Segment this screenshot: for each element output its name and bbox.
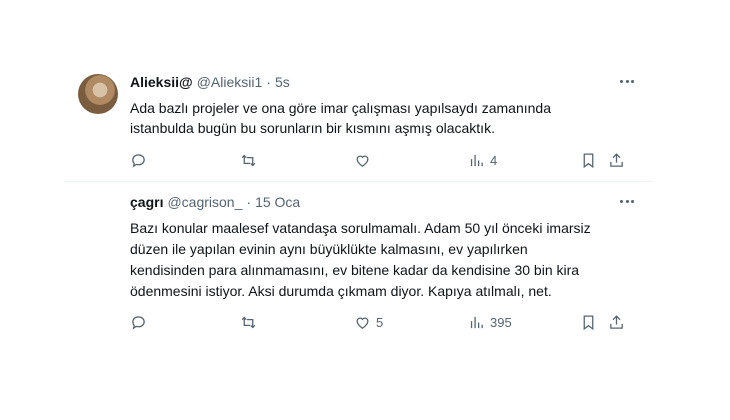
view-count: 4 (490, 152, 498, 168)
user-handle[interactable]: @Alieksii1 (197, 74, 263, 90)
retweet-button[interactable] (240, 312, 262, 332)
views-button[interactable]: 4 (468, 150, 497, 170)
user-handle[interactable]: @cagrison_ (167, 194, 242, 210)
tweet[interactable]: çagrı @cagrison_ · 15 Oca Bazı konular m… (64, 182, 652, 344)
like-button[interactable]: 5 (354, 312, 383, 332)
retweet-button[interactable] (240, 150, 262, 170)
more-icon[interactable] (620, 74, 634, 88)
retweet-icon (241, 316, 256, 328)
views-icon (470, 154, 483, 166)
reply-icon (132, 153, 145, 168)
bookmark-icon (583, 152, 594, 168)
tweet[interactable]: Alieksii@ @Alieksii1 · 5s Ada bazlı proj… (64, 62, 652, 182)
share-button[interactable] (608, 150, 625, 170)
share-icon (610, 314, 623, 329)
more-icon[interactable] (620, 194, 634, 208)
bookmark-icon (583, 314, 594, 330)
tweet-header: çagrı @cagrison_ · 15 Oca (130, 194, 300, 210)
views-icon (470, 316, 483, 328)
reply-button[interactable] (130, 150, 152, 170)
action-bar: 4 (130, 150, 634, 170)
separator-dot: · (246, 194, 252, 210)
view-count: 395 (490, 314, 512, 330)
separator-dot: · (266, 74, 271, 90)
tweet-text-line: düzen ile yapılan evinin aynı büyüklükte… (130, 241, 528, 257)
share-icon (610, 152, 623, 167)
tweet-text-line: istanbulda bugün bu sorunların bir kısmı… (130, 120, 495, 136)
reply-icon (132, 315, 145, 330)
views-button[interactable]: 395 (468, 312, 512, 332)
retweet-icon (241, 154, 256, 166)
tweet-text-line: Ada bazlı projeler ve ona göre imar çalı… (130, 100, 551, 116)
bookmark-button[interactable] (580, 312, 597, 332)
timestamp[interactable]: 15 Oca (255, 194, 300, 210)
like-count: 5 (376, 314, 384, 330)
reply-button[interactable] (130, 312, 152, 332)
like-button[interactable] (354, 150, 376, 170)
display-name[interactable]: Alieksii@ (130, 74, 193, 90)
heart-icon (356, 155, 369, 167)
share-button[interactable] (608, 312, 625, 332)
timestamp[interactable]: 5s (275, 74, 290, 90)
bookmark-button[interactable] (580, 150, 597, 170)
heart-icon (356, 317, 369, 329)
tweet-text: Ada bazlı projeler ve ona göre imar çalı… (130, 98, 630, 138)
action-bar: 5 395 (130, 312, 634, 332)
tweet-text-line: Bazı konular maalesef vatandaşa sorulmam… (130, 220, 591, 236)
tweet-text-line: kendisinden para alınmamasını, ev bitene… (130, 262, 580, 278)
tweet-header: Alieksii@ @Alieksii1 · 5s (130, 74, 290, 90)
tweet-text-line: ödenmesini istiyor. Aksi durumda çıkmam … (130, 283, 552, 299)
display-name[interactable]: çagrı (130, 194, 163, 210)
tweet-text: Bazı konular maalesef vatandaşa sorulmam… (130, 218, 640, 302)
avatar[interactable] (78, 74, 118, 114)
